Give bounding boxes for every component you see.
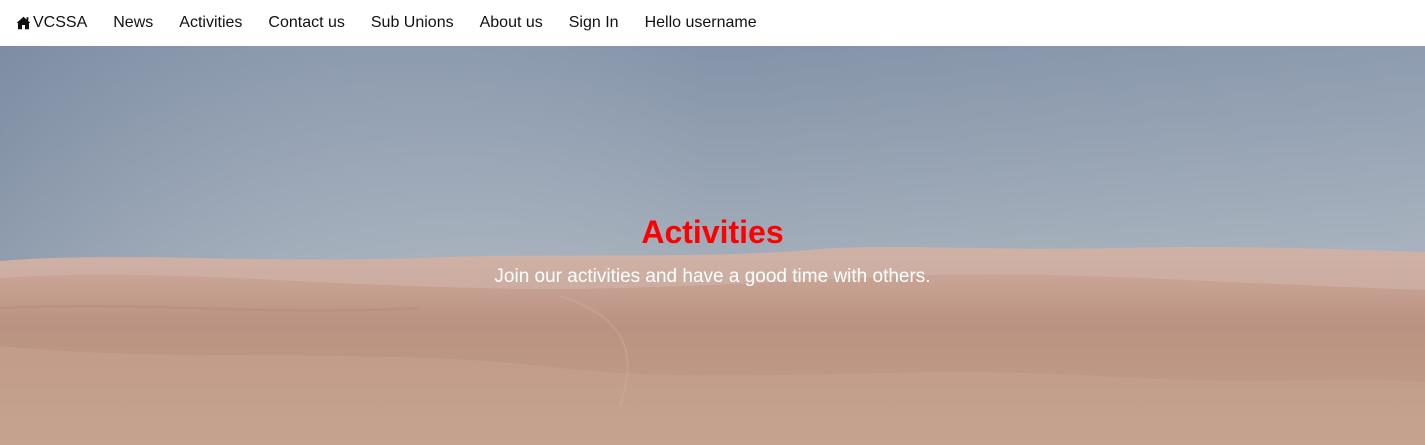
- nav-link-contact-us[interactable]: Contact us: [268, 14, 344, 32]
- home-icon: [16, 16, 31, 30]
- nav-link-user-greeting[interactable]: Hello username: [645, 14, 757, 32]
- brand-label: VCSSA: [33, 14, 88, 31]
- hero-banner: Activities Join our activities and have …: [0, 46, 1425, 445]
- hero-title: Activities: [641, 214, 784, 250]
- nav-link-about-us[interactable]: About us: [480, 14, 543, 32]
- nav-link-news[interactable]: News: [113, 14, 153, 32]
- nav-link-activities[interactable]: Activities: [179, 14, 242, 32]
- nav-link-sub-unions[interactable]: Sub Unions: [371, 14, 454, 32]
- hero-subtitle: Join our activities and have a good time…: [494, 266, 931, 287]
- top-navbar: VCSSA News Activities Contact us Sub Uni…: [0, 0, 1425, 46]
- nav-link-sign-in[interactable]: Sign In: [569, 14, 619, 32]
- brand-link[interactable]: VCSSA: [16, 14, 87, 32]
